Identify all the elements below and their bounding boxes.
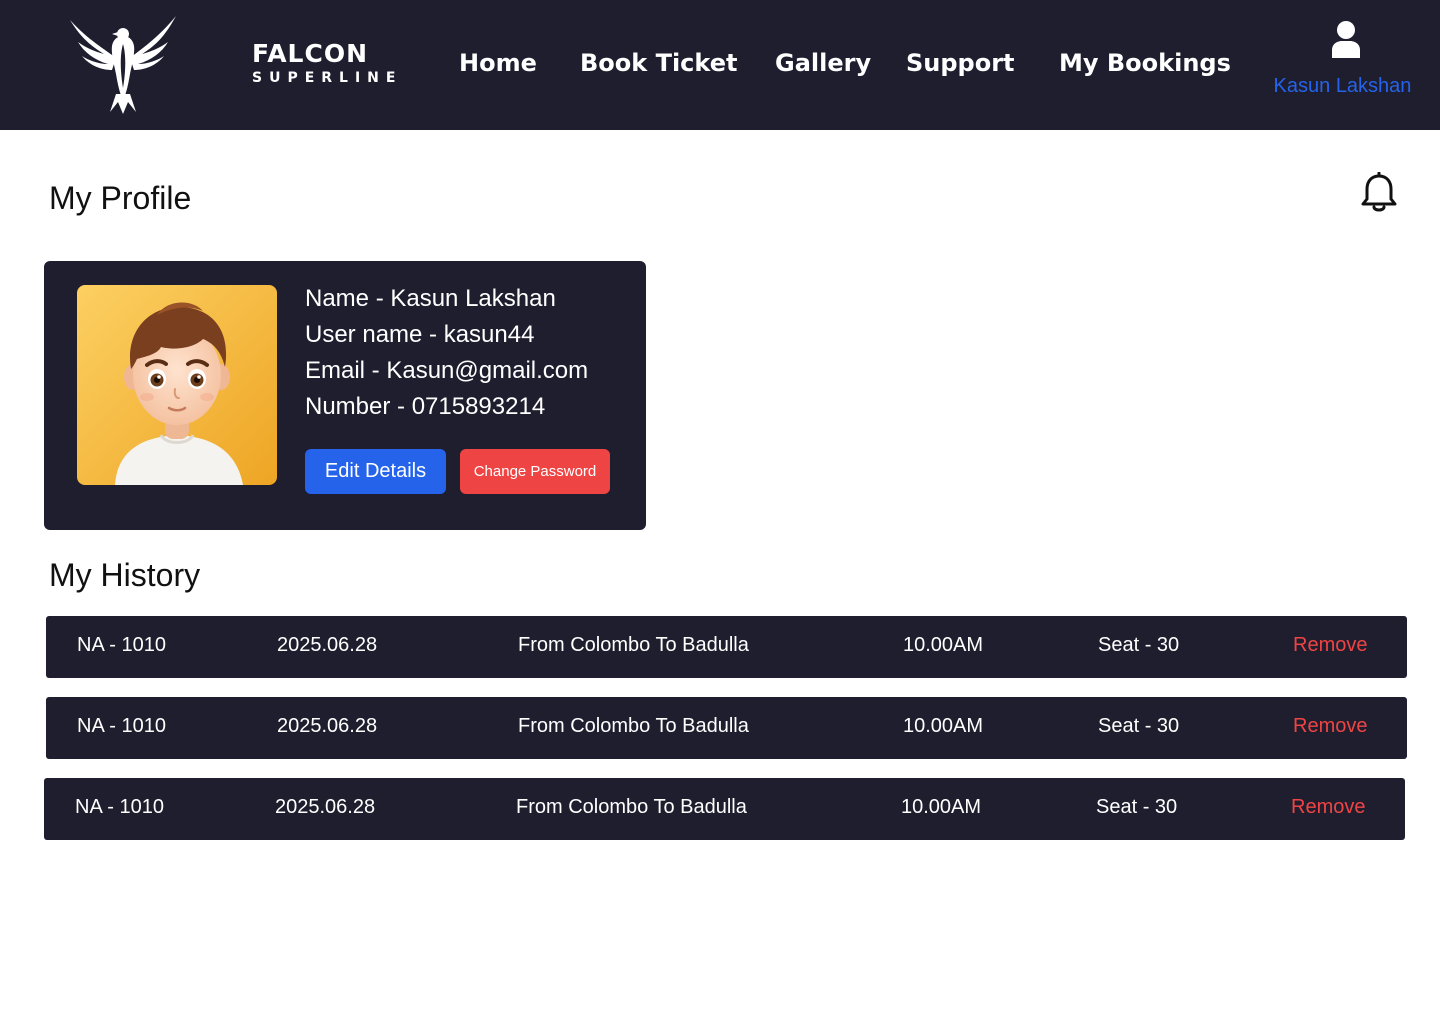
top-navbar: FALCON SUPERLINE Home Book Ticket Galler… bbox=[0, 0, 1440, 130]
profile-name: Name - Kasun Lakshan bbox=[305, 285, 556, 312]
change-password-button[interactable]: Change Password bbox=[460, 449, 610, 494]
seat-number: Seat - 30 bbox=[1096, 796, 1178, 818]
trip-time: 10.00AM bbox=[903, 715, 984, 737]
page-title: My Profile bbox=[49, 180, 192, 216]
trip-time: 10.00AM bbox=[901, 796, 982, 818]
brand-tagline: SUPERLINE bbox=[252, 70, 403, 86]
history-title: My History bbox=[49, 557, 201, 593]
trip-date: 2025.06.28 bbox=[277, 715, 378, 737]
profile-number: Number - 0715893214 bbox=[305, 393, 546, 420]
brand-name: FALCON bbox=[252, 39, 369, 68]
seat-number: Seat - 30 bbox=[1098, 634, 1180, 656]
profile-card: Name - Kasun Lakshan User name - kasun44… bbox=[44, 261, 646, 530]
nav-book-ticket[interactable]: Book Ticket bbox=[580, 44, 737, 82]
history-row: NA - 1010 2025.06.28 From Colombo To Bad… bbox=[46, 616, 1407, 678]
nav-my-bookings[interactable]: My Bookings bbox=[1059, 44, 1231, 82]
trip-route: From Colombo To Badulla bbox=[518, 634, 749, 656]
falcon-emblem-icon[interactable] bbox=[66, 14, 180, 114]
brand-wordmark[interactable]: FALCON SUPERLINE bbox=[252, 40, 402, 87]
history-row: NA - 1010 2025.06.28 From Colombo To Bad… bbox=[44, 778, 1405, 840]
nav-gallery[interactable]: Gallery bbox=[775, 44, 871, 82]
bus-number: NA - 1010 bbox=[77, 634, 166, 656]
trip-route: From Colombo To Badulla bbox=[516, 796, 747, 818]
profile-username: User name - kasun44 bbox=[305, 321, 535, 348]
remove-button[interactable]: Remove bbox=[1291, 778, 1365, 836]
bell-icon[interactable] bbox=[1360, 171, 1398, 214]
history-row: NA - 1010 2025.06.28 From Colombo To Bad… bbox=[46, 697, 1407, 759]
avatar bbox=[77, 285, 277, 485]
bus-number: NA - 1010 bbox=[75, 796, 164, 818]
trip-date: 2025.06.28 bbox=[275, 796, 376, 818]
nav-home[interactable]: Home bbox=[459, 44, 537, 82]
remove-button[interactable]: Remove bbox=[1293, 616, 1367, 674]
user-icon[interactable] bbox=[1330, 20, 1362, 58]
bus-number: NA - 1010 bbox=[77, 715, 166, 737]
trip-route: From Colombo To Badulla bbox=[518, 715, 749, 737]
seat-number: Seat - 30 bbox=[1098, 715, 1180, 737]
user-name-link[interactable]: Kasun Lakshan bbox=[1270, 72, 1415, 100]
remove-button[interactable]: Remove bbox=[1293, 697, 1367, 755]
edit-details-button[interactable]: Edit Details bbox=[305, 449, 446, 494]
nav-support[interactable]: Support bbox=[906, 44, 1015, 82]
trip-date: 2025.06.28 bbox=[277, 634, 378, 656]
trip-time: 10.00AM bbox=[903, 634, 984, 656]
profile-email: Email - Kasun@gmail.com bbox=[305, 357, 589, 384]
